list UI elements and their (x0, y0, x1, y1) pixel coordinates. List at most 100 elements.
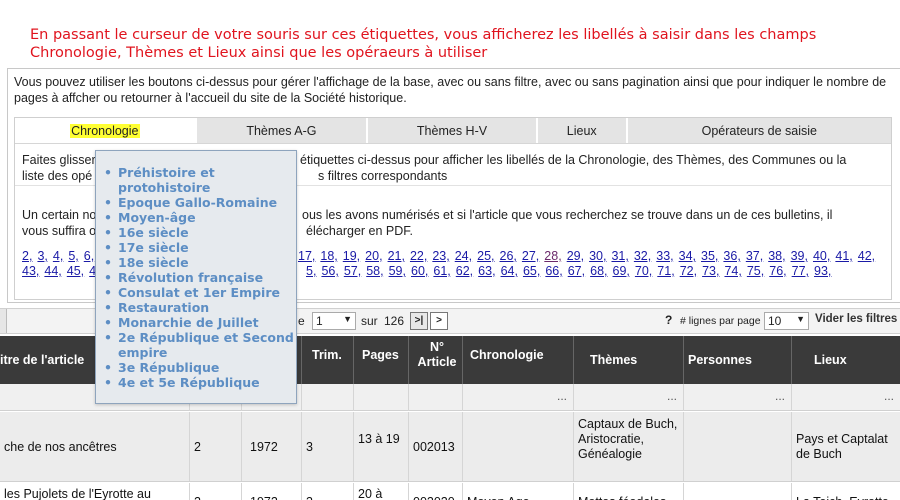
bulletin-link[interactable]: 18, (320, 249, 337, 263)
column-header-numero[interactable]: N° Article (409, 336, 463, 384)
chronologie-item[interactable]: Epoque Gallo-Romaine (104, 195, 296, 210)
chronologie-item[interactable]: 16e siècle (104, 225, 296, 240)
next-page-button[interactable]: > (430, 312, 448, 330)
bulletin-link[interactable]: 57, (344, 264, 361, 278)
bulletin-link[interactable]: 28, (544, 249, 561, 263)
chronologie-item[interactable]: Moyen-âge (104, 210, 296, 225)
filter-menu-icon[interactable]: ... (667, 389, 677, 403)
bulletin-link[interactable]: 43, (22, 264, 39, 278)
help-button[interactable]: ? (665, 313, 672, 327)
bulletin-link[interactable]: 56, (321, 264, 338, 278)
tab-themes-h-v[interactable]: Thèmes H-V (368, 118, 538, 143)
bulletin-link[interactable]: 37, (746, 249, 763, 263)
bulletin-link[interactable]: 32, (634, 249, 651, 263)
filter-menu-icon[interactable]: ... (884, 389, 894, 403)
bulletin-link[interactable]: 75, (747, 264, 764, 278)
bulletin-link[interactable]: 26, (500, 249, 517, 263)
tab-themes-a-g[interactable]: Thèmes A-G (196, 118, 369, 143)
bulletin-link[interactable]: 39, (791, 249, 808, 263)
bulletin-link[interactable]: 70, (635, 264, 652, 278)
bulletin-link[interactable]: 93, (814, 264, 831, 278)
filter-trim[interactable] (302, 384, 354, 411)
column-header-chronologie[interactable]: Chronologie (463, 336, 574, 384)
tab-chronologie[interactable]: Chronologie (15, 118, 197, 143)
tab-operateurs[interactable]: Opérateurs de saisie (627, 118, 891, 143)
bulletin-link[interactable]: 30, (589, 249, 606, 263)
bulletin-link[interactable]: 63, (478, 264, 495, 278)
bulletin-link[interactable]: 42, (858, 249, 875, 263)
bulletin-link[interactable]: 6, (84, 249, 94, 263)
chronologie-item[interactable]: Restauration (104, 300, 296, 315)
bulletin-link[interactable]: 2, (22, 249, 32, 263)
chronologie-item[interactable]: 2e République et Second empire (104, 330, 296, 360)
bulletin-link[interactable]: 36, (723, 249, 740, 263)
bulletin-link[interactable]: 20, (365, 249, 382, 263)
bulletin-link[interactable]: 5, (68, 249, 78, 263)
bulletin-link[interactable]: 19, (343, 249, 360, 263)
filter-menu-icon[interactable]: ... (775, 389, 785, 403)
filter-personnes[interactable]: ... (684, 384, 792, 411)
page-select[interactable]: 1 ▼ (312, 312, 356, 330)
bulletin-link[interactable]: 45, (67, 264, 84, 278)
tab-lieux[interactable]: Lieux (537, 118, 628, 143)
bulletin-link[interactable]: 59, (389, 264, 406, 278)
chronologie-item[interactable]: Monarchie de Juillet (104, 315, 296, 330)
chronologie-item[interactable]: Consulat et 1er Empire (104, 285, 296, 300)
bulletin-link[interactable]: 69, (613, 264, 630, 278)
bulletin-link[interactable]: 25, (477, 249, 494, 263)
bulletin-link[interactable]: 33, (656, 249, 673, 263)
bulletin-link[interactable]: 74, (724, 264, 741, 278)
filter-lieux[interactable]: ... (792, 384, 900, 411)
bulletin-link[interactable]: 34, (679, 249, 696, 263)
chronologie-item[interactable]: 18e siècle (104, 255, 296, 270)
filter-menu-icon[interactable]: ... (557, 389, 567, 403)
column-header-themes[interactable]: Thèmes (574, 336, 684, 384)
column-header-pages[interactable]: Pages (354, 336, 409, 384)
filter-numero[interactable] (409, 384, 463, 411)
bulletin-link[interactable]: 27, (522, 249, 539, 263)
chronologie-item[interactable]: 4e et 5e République (104, 375, 296, 390)
bulletin-link[interactable]: 29, (567, 249, 584, 263)
bulletin-link[interactable]: 31, (611, 249, 628, 263)
filter-chronologie[interactable]: ... (463, 384, 574, 411)
bulletin-link[interactable]: 77, (792, 264, 809, 278)
column-header-trim[interactable]: Trim. (302, 336, 354, 384)
bulletin-link[interactable]: 35, (701, 249, 718, 263)
chronologie-item[interactable]: 17e siècle (104, 240, 296, 255)
last-page-button[interactable]: >| (410, 312, 428, 330)
bulletin-link[interactable]: 3, (37, 249, 47, 263)
bulletin-link[interactable]: 40, (813, 249, 830, 263)
bulletin-link[interactable]: 17, (298, 249, 315, 263)
filter-themes[interactable]: ... (574, 384, 684, 411)
chronologie-item[interactable]: Préhistoire et protohistoire (104, 165, 296, 195)
chronologie-item[interactable]: Révolution française (104, 270, 296, 285)
bulletin-link[interactable]: 5, (306, 264, 316, 278)
bulletin-link[interactable]: 60, (411, 264, 428, 278)
bulletin-link[interactable]: 22, (410, 249, 427, 263)
bulletin-link[interactable]: 62, (456, 264, 473, 278)
rows-per-page-select[interactable]: 10 ▼ (764, 312, 809, 330)
bulletin-link[interactable]: 65, (523, 264, 540, 278)
bulletin-link[interactable]: 64, (501, 264, 518, 278)
bulletin-link[interactable]: 76, (769, 264, 786, 278)
bulletin-link[interactable]: 66, (545, 264, 562, 278)
bulletin-link[interactable]: 72, (680, 264, 697, 278)
table-row[interactable]: les Pujolets de l'Eyrotte au 2 1972 3 20… (0, 483, 900, 500)
bulletin-link[interactable]: 23, (432, 249, 449, 263)
filter-pages[interactable] (354, 384, 409, 411)
bulletin-link[interactable]: 4, (53, 249, 63, 263)
bulletin-link[interactable]: 71, (657, 264, 674, 278)
bulletin-link[interactable]: 44, (44, 264, 61, 278)
table-row[interactable]: che de nos ancêtres 2 1972 3 13 à 19 002… (0, 412, 900, 482)
clear-filters-button[interactable]: Vider les filtres (815, 313, 897, 325)
bulletin-link[interactable]: 21, (388, 249, 405, 263)
column-header-personnes[interactable]: Personnes (684, 336, 792, 384)
bulletin-link[interactable]: 24, (455, 249, 472, 263)
bulletin-link[interactable]: 38, (768, 249, 785, 263)
bulletin-link[interactable]: 58, (366, 264, 383, 278)
bulletin-link[interactable]: 41, (835, 249, 852, 263)
bulletin-link[interactable]: 67, (568, 264, 585, 278)
bulletin-link[interactable]: 68, (590, 264, 607, 278)
bulletin-link[interactable]: 61, (433, 264, 450, 278)
column-header-lieux[interactable]: Lieux (792, 336, 900, 384)
